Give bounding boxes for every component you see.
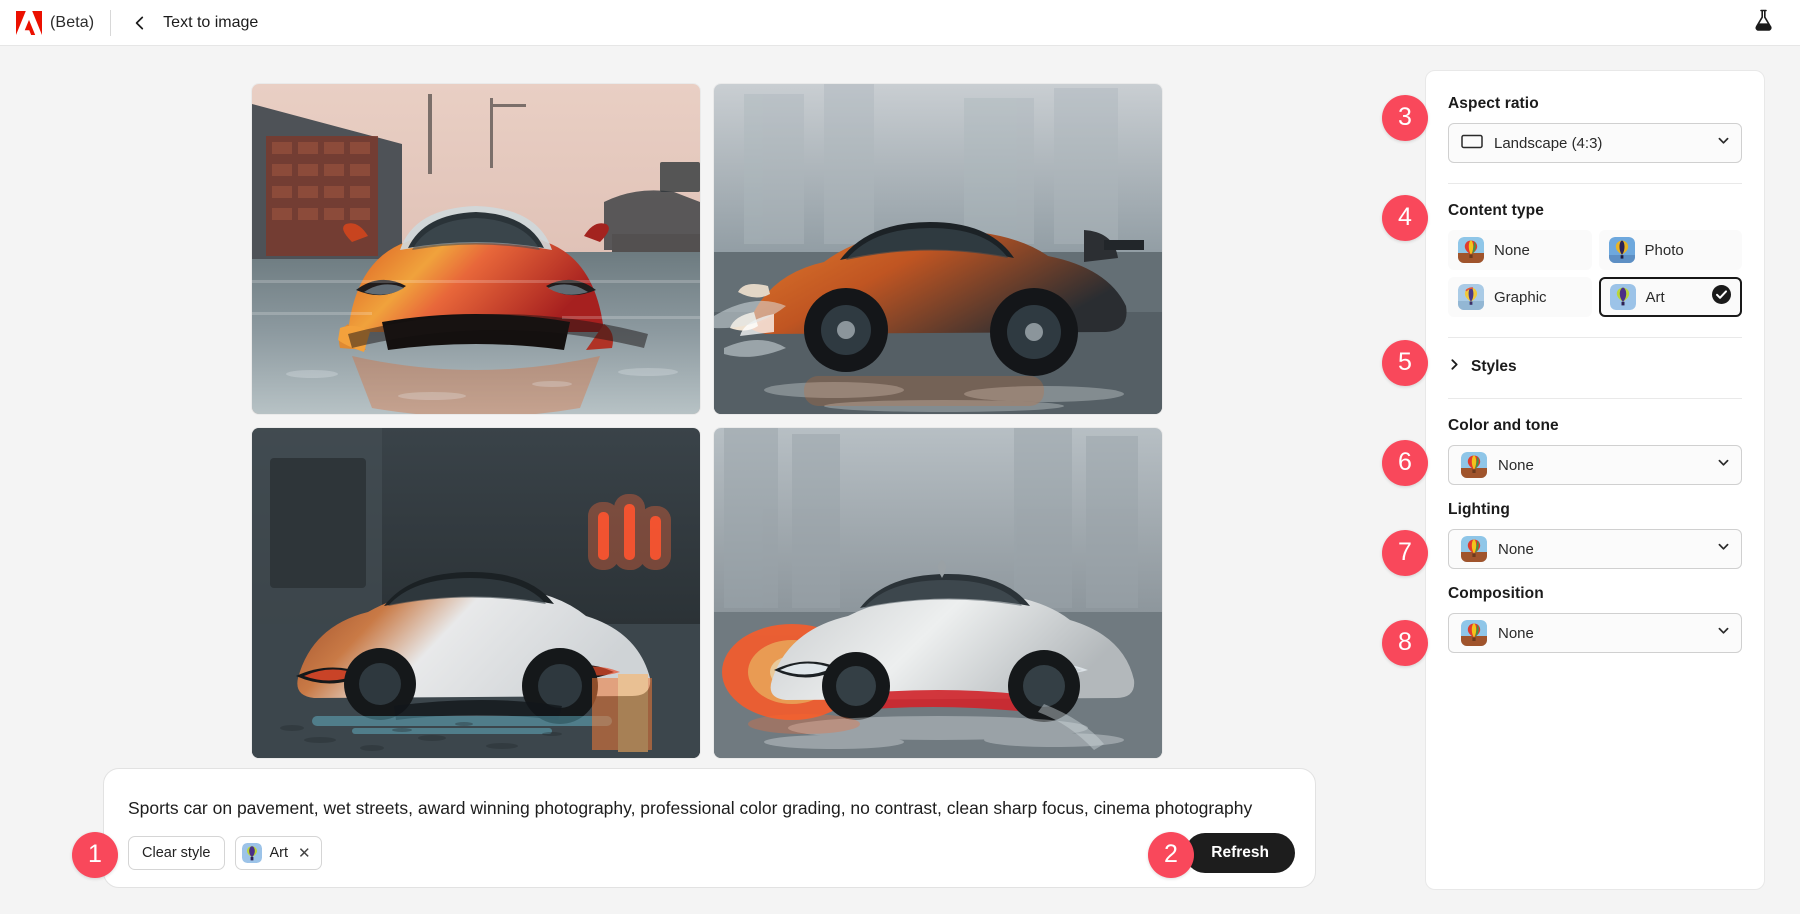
lighting-select[interactable]: None xyxy=(1448,529,1742,569)
annotation-badge-2: 2 xyxy=(1148,832,1194,878)
app-header: (Beta) Text to image xyxy=(0,0,1800,46)
adobe-logo-icon xyxy=(0,10,42,35)
styles-title: Styles xyxy=(1471,358,1517,375)
content-type-option-graphic[interactable]: Graphic xyxy=(1448,277,1592,317)
annotation-badge-8: 8 xyxy=(1382,620,1428,666)
content-type-label-graphic: Graphic xyxy=(1494,288,1547,306)
balloon-art-icon xyxy=(1609,284,1636,310)
balloon-photo-icon xyxy=(1608,237,1635,263)
generated-image-3[interactable] xyxy=(252,428,700,758)
color-and-tone-section: Color and tone None xyxy=(1448,417,1742,485)
chevron-down-icon xyxy=(1716,455,1731,475)
back-button[interactable] xyxy=(127,10,153,36)
balloon-none-icon xyxy=(1461,620,1487,646)
landscape-rectangle-icon xyxy=(1461,133,1483,154)
composition-section: Composition None xyxy=(1448,585,1742,653)
panel-divider-3 xyxy=(1448,398,1742,399)
annotation-badge-5: 5 xyxy=(1382,340,1428,386)
lighting-title: Lighting xyxy=(1448,501,1510,518)
content-type-label-art: Art xyxy=(1645,288,1665,306)
composition-title: Composition xyxy=(1448,585,1544,602)
content-type-option-none[interactable]: None xyxy=(1448,230,1592,270)
annotation-badge-4: 4 xyxy=(1382,195,1428,241)
flask-button[interactable] xyxy=(1748,8,1778,38)
prompt-toolbar: Clear style Art ✕ Refresh xyxy=(128,833,1295,873)
style-chip-label: Art xyxy=(269,845,289,861)
aspect-ratio-section: Aspect ratio Landscape (4:3) xyxy=(1448,95,1742,163)
color-and-tone-select[interactable]: None xyxy=(1448,445,1742,485)
generated-image-2[interactable] xyxy=(714,84,1162,414)
balloon-none-icon xyxy=(1461,536,1487,562)
refresh-button[interactable]: Refresh xyxy=(1185,833,1295,873)
generated-image-1[interactable] xyxy=(252,84,700,414)
chevron-down-icon xyxy=(1716,623,1731,643)
lighting-value: None xyxy=(1498,540,1534,558)
generated-image-4[interactable] xyxy=(714,428,1162,758)
annotation-badge-7: 7 xyxy=(1382,530,1428,576)
content-type-label-none: None xyxy=(1494,241,1530,259)
close-icon[interactable]: ✕ xyxy=(298,846,311,861)
color-and-tone-title: Color and tone xyxy=(1448,417,1559,434)
chevron-down-icon xyxy=(1716,133,1731,153)
content-type-section: Content type None Photo Graphic Art xyxy=(1448,202,1742,317)
panel-divider-2 xyxy=(1448,337,1742,338)
composition-value: None xyxy=(1498,624,1534,642)
balloon-art-icon xyxy=(241,843,262,863)
styles-expander[interactable]: Styles xyxy=(1448,356,1742,378)
settings-panel: Aspect ratio Landscape (4:3) Content typ… xyxy=(1425,70,1765,890)
chevron-right-icon xyxy=(1448,358,1461,376)
style-chip-art[interactable]: Art ✕ xyxy=(234,836,322,870)
beta-label: (Beta) xyxy=(50,13,95,31)
prompt-input[interactable]: Sports car on pavement, wet streets, awa… xyxy=(128,797,1255,819)
color-and-tone-value: None xyxy=(1498,456,1534,474)
check-circle-icon xyxy=(1712,285,1731,309)
prompt-bar: Sports car on pavement, wet streets, awa… xyxy=(103,768,1316,888)
aspect-ratio-select[interactable]: Landscape (4:3) xyxy=(1448,123,1742,163)
panel-divider-1 xyxy=(1448,183,1742,184)
content-type-label-photo: Photo xyxy=(1644,241,1684,259)
content-type-option-art[interactable]: Art xyxy=(1598,277,1742,317)
chevron-down-icon xyxy=(1716,539,1731,559)
chevron-left-icon xyxy=(132,15,148,31)
page-title: Text to image xyxy=(163,13,259,31)
clear-style-button[interactable]: Clear style xyxy=(128,836,225,870)
aspect-ratio-value: Landscape (4:3) xyxy=(1494,134,1603,152)
generated-image-grid xyxy=(252,84,1162,758)
balloon-none-icon xyxy=(1458,237,1484,263)
lighting-section: Lighting None xyxy=(1448,501,1742,569)
aspect-ratio-title: Aspect ratio xyxy=(1448,95,1539,112)
flask-icon xyxy=(1753,9,1774,36)
balloon-none-icon xyxy=(1461,452,1487,478)
annotation-badge-3: 3 xyxy=(1382,95,1428,141)
composition-select[interactable]: None xyxy=(1448,613,1742,653)
annotation-badge-1: 1 xyxy=(72,832,118,878)
balloon-graphic-icon xyxy=(1458,284,1484,310)
header-actions xyxy=(1748,8,1778,38)
main-canvas: Sports car on pavement, wet streets, awa… xyxy=(0,46,1800,914)
header-divider xyxy=(110,9,112,36)
content-type-title: Content type xyxy=(1448,202,1544,219)
annotation-badge-6: 6 xyxy=(1382,440,1428,486)
content-type-option-photo[interactable]: Photo xyxy=(1598,230,1742,270)
